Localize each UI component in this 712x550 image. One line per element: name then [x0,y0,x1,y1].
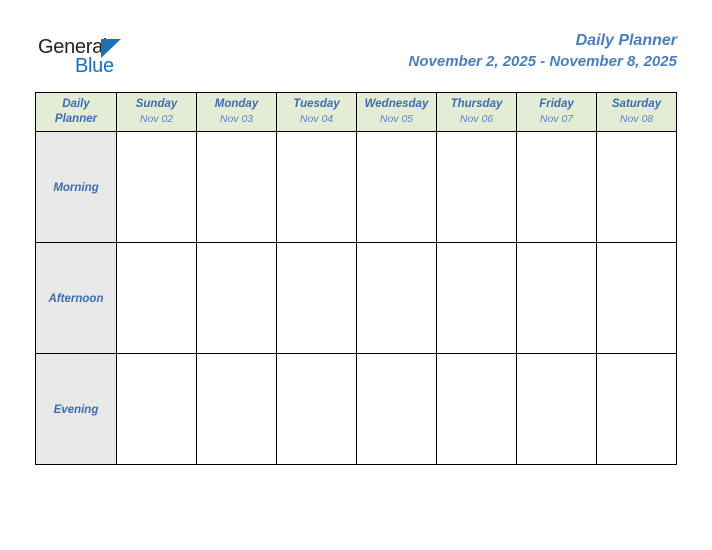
entry-morning-monday[interactable] [196,131,277,243]
logo-text-blue: Blue [75,55,114,77]
day-date-sunday: Nov 02 [139,113,174,125]
header-cell-sunday: Sunday Nov 02 [116,92,197,132]
entry-evening-friday[interactable] [516,353,597,465]
table-header-row: Daily Planner Sunday Nov 02 Monday Nov 0… [35,92,677,132]
entry-morning-friday[interactable] [516,131,597,243]
entry-afternoon-friday[interactable] [516,242,597,354]
day-date-tuesday: Nov 04 [299,113,334,125]
brand-logo: General Blue [38,36,198,82]
table-row: Afternoon [35,242,677,354]
entry-morning-saturday[interactable] [596,131,677,243]
header-cell-wednesday: Wednesday Nov 05 [356,92,437,132]
entry-evening-sunday[interactable] [116,353,197,465]
day-date-monday: Nov 03 [219,113,254,125]
entry-afternoon-tuesday[interactable] [276,242,357,354]
day-name-wednesday: Wednesday [364,98,429,110]
day-date-friday: Nov 07 [539,113,574,125]
header-cell-saturday: Saturday Nov 08 [596,92,677,132]
day-date-saturday: Nov 08 [619,113,654,125]
slot-label-afternoon: Afternoon [35,242,117,354]
day-date-thursday: Nov 06 [459,113,494,125]
page-title: Daily Planner [575,32,677,49]
header-cell-friday: Friday Nov 07 [516,92,597,132]
day-name-sunday: Sunday [135,98,178,110]
table-row: Evening [35,353,677,465]
table-row: Morning [35,131,677,243]
entry-evening-wednesday[interactable] [356,353,437,465]
corner-label-line2: Planner [54,113,98,125]
entry-evening-tuesday[interactable] [276,353,357,465]
entry-afternoon-sunday[interactable] [116,242,197,354]
entry-evening-saturday[interactable] [596,353,677,465]
slot-label-text: Morning [53,182,99,194]
title-block: Daily Planner November 2, 2025 - Novembe… [409,30,677,73]
page-header: General Blue Daily Planner November 2, 2… [0,0,712,92]
day-name-friday: Friday [539,98,574,110]
day-name-saturday: Saturday [611,98,662,110]
entry-morning-sunday[interactable] [116,131,197,243]
day-date-wednesday: Nov 05 [379,113,414,125]
day-name-monday: Monday [214,98,259,110]
entry-morning-thursday[interactable] [436,131,517,243]
date-range: November 2, 2025 - November 8, 2025 [408,53,677,70]
header-cell-corner: Daily Planner [35,92,117,132]
entry-evening-thursday[interactable] [436,353,517,465]
header-cell-monday: Monday Nov 03 [196,92,277,132]
header-cell-tuesday: Tuesday Nov 04 [276,92,357,132]
day-name-thursday: Thursday [450,98,503,110]
slot-label-text: Afternoon [48,293,104,305]
day-name-tuesday: Tuesday [293,98,340,110]
entry-morning-wednesday[interactable] [356,131,437,243]
entry-afternoon-wednesday[interactable] [356,242,437,354]
slot-label-morning: Morning [35,131,117,243]
entry-afternoon-saturday[interactable] [596,242,677,354]
corner-label-line1: Daily [62,98,90,110]
header-cell-thursday: Thursday Nov 06 [436,92,517,132]
entry-afternoon-monday[interactable] [196,242,277,354]
entry-morning-tuesday[interactable] [276,131,357,243]
entry-afternoon-thursday[interactable] [436,242,517,354]
slot-label-text: Evening [53,404,99,416]
entry-evening-monday[interactable] [196,353,277,465]
planner-table: Daily Planner Sunday Nov 02 Monday Nov 0… [35,92,677,465]
slot-label-evening: Evening [35,353,117,465]
